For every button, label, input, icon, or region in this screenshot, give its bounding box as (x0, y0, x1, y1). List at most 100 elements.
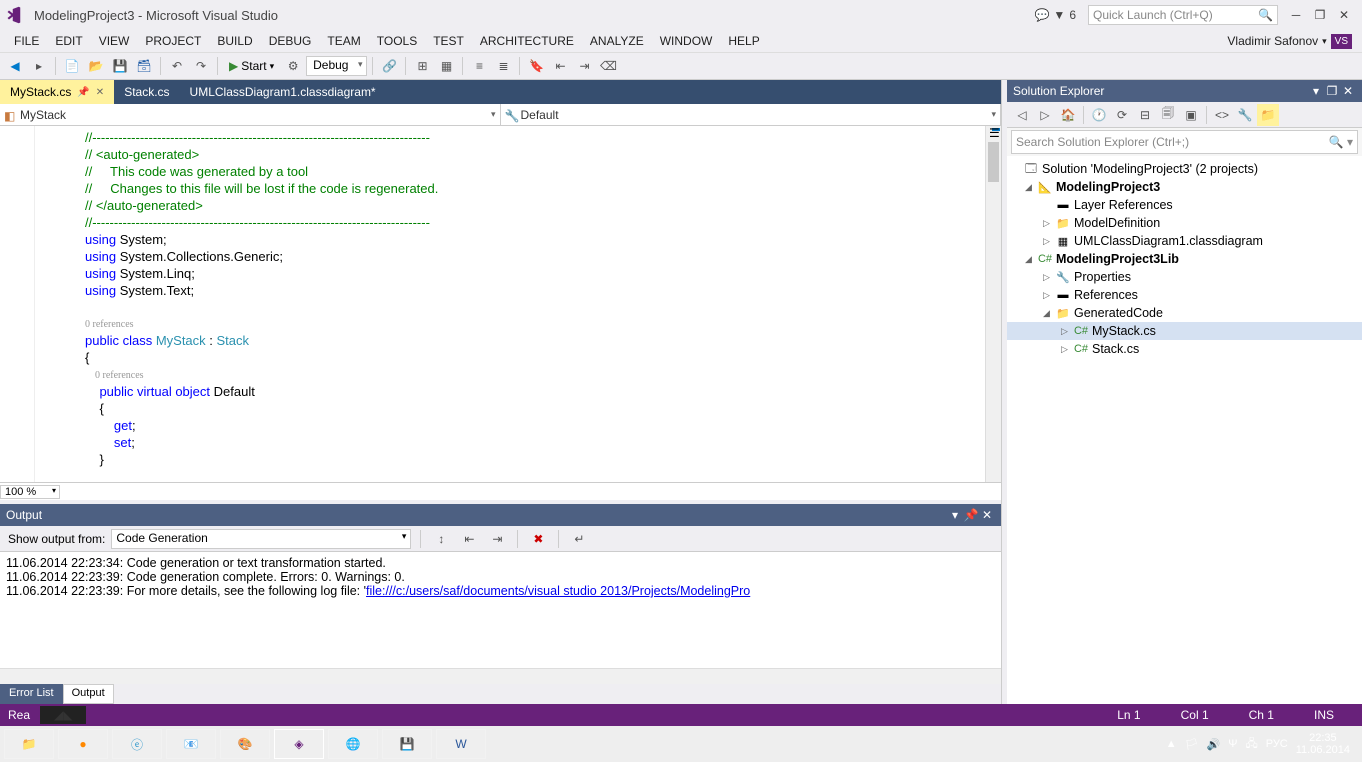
sol-open-button[interactable]: 📁 (1257, 104, 1279, 126)
tray-clock[interactable]: 22:35 11.06.2014 (1296, 732, 1350, 756)
tree-references[interactable]: ▷▬References (1007, 286, 1362, 304)
sol-sync-button[interactable]: ⟳ (1111, 104, 1133, 126)
member-dropdown[interactable]: 🔧 Default (501, 104, 1002, 125)
menu-build[interactable]: BUILD (209, 32, 260, 50)
menu-test[interactable]: TEST (425, 32, 472, 50)
panel-pin-icon[interactable]: 📌 (963, 508, 979, 522)
sol-refresh-button[interactable]: 🕐 (1088, 104, 1110, 126)
menu-view[interactable]: VIEW (91, 32, 138, 50)
taskbar-explorer[interactable]: 📁 (4, 729, 54, 759)
menu-analyze[interactable]: ANALYZE (582, 32, 652, 50)
tree-gencode[interactable]: ◢📁GeneratedCode (1007, 304, 1362, 322)
redo-button[interactable]: ↷ (190, 55, 212, 77)
output-log-link[interactable]: file:///c:/users/saf/documents/visual st… (366, 584, 750, 598)
quick-launch-input[interactable]: Quick Launch (Ctrl+Q) 🔍 (1088, 5, 1278, 25)
debug-target-button[interactable]: ⚙ (282, 55, 304, 77)
tab-output[interactable]: Output (63, 684, 114, 704)
menu-architecture[interactable]: ARCHITECTURE (472, 32, 582, 50)
editor-scrollbar[interactable] (985, 126, 1001, 482)
sol-preview-button[interactable]: ▣ (1180, 104, 1202, 126)
taskbar-chrome[interactable]: 🌐 (328, 729, 378, 759)
pin-icon[interactable]: 📌 (77, 87, 89, 98)
next-bookmark-button[interactable]: ⇥ (573, 55, 595, 77)
system-tray[interactable]: ▲ 🏳 🔊 Ψ 🖧 РУС 22:35 11.06.2014 (1166, 732, 1358, 756)
sol-back-button[interactable]: ◁ (1011, 104, 1033, 126)
tab-error-list[interactable]: Error List (0, 684, 63, 704)
next-msg-button[interactable]: ⇥ (486, 528, 508, 550)
code-editor[interactable]: //--------------------------------------… (0, 126, 1001, 482)
menu-project[interactable]: PROJECT (137, 32, 209, 50)
tree-layer-refs[interactable]: ▬Layer References (1007, 196, 1362, 214)
menu-edit[interactable]: EDIT (47, 32, 90, 50)
tree-properties[interactable]: ▷🔧Properties (1007, 268, 1362, 286)
uncomment-button[interactable]: ≣ (492, 55, 514, 77)
code-content[interactable]: //--------------------------------------… (35, 126, 985, 482)
new-dialog-button[interactable]: ⊞ (411, 55, 433, 77)
output-body[interactable]: 11.06.2014 22:23:34: Code generation or … (0, 552, 1001, 668)
menu-window[interactable]: WINDOW (652, 32, 721, 50)
type-dropdown[interactable]: ◧ MyStack (0, 104, 501, 125)
taskbar-save[interactable]: 💾 (382, 729, 432, 759)
tray-action-icon[interactable]: 🏳 (1185, 738, 1199, 751)
nav-fwd-button[interactable]: ▸ (28, 55, 50, 77)
bookmark-button[interactable]: 🔖 (525, 55, 547, 77)
tree-uml[interactable]: ▷▦UMLClassDiagram1.classdiagram (1007, 232, 1362, 250)
browser-link-button[interactable]: 🔗 (378, 55, 400, 77)
tree-project1[interactable]: ◢📐ModelingProject3 (1007, 178, 1362, 196)
clear-output-button[interactable]: ✖ (527, 528, 549, 550)
tab-uml[interactable]: UMLClassDiagram1.classdiagram* (180, 80, 386, 104)
comment-button[interactable]: ≡ (468, 55, 490, 77)
minimize-button[interactable]: ─ (1284, 4, 1308, 26)
tray-volume-icon[interactable]: 🔊 (1207, 738, 1221, 751)
clear-bookmark-button[interactable]: ⌫ (597, 55, 619, 77)
layout-button[interactable]: ▦ (435, 55, 457, 77)
sol-fwd-button[interactable]: ▷ (1034, 104, 1056, 126)
menu-help[interactable]: HELP (720, 32, 767, 50)
new-project-button[interactable]: 📄 (61, 55, 83, 77)
sol-viewcode-button[interactable]: <> (1211, 104, 1233, 126)
user-menu[interactable]: Vladimir Safonov▾ VS (1227, 34, 1356, 49)
save-all-button[interactable]: 🗃 (133, 55, 155, 77)
tree-project2[interactable]: ◢C#ModelingProject3Lib (1007, 250, 1362, 268)
zoom-dropdown[interactable]: 100 % (0, 485, 60, 499)
taskbar-vs[interactable]: ◈ (274, 729, 324, 759)
open-button[interactable]: 📂 (85, 55, 107, 77)
solexp-search-input[interactable]: Search Solution Explorer (Ctrl+;) 🔍 ▾ (1011, 130, 1358, 154)
save-button[interactable]: 💾 (109, 55, 131, 77)
panel-dropdown-icon[interactable]: ▾ (947, 508, 963, 522)
close-button[interactable]: ✕ (1332, 4, 1356, 26)
solexp-close-icon[interactable]: ✕ (1340, 84, 1356, 98)
taskbar-ie[interactable]: ⓔ (112, 729, 162, 759)
taskbar-outlook[interactable]: 📧 (166, 729, 216, 759)
solexp-restore-icon[interactable]: ❐ (1324, 84, 1340, 98)
output-source-dropdown[interactable]: Code Generation (111, 529, 411, 549)
taskbar-paint[interactable]: 🎨 (220, 729, 270, 759)
notifications[interactable]: 💬 ▼6 (1034, 8, 1076, 22)
split-handle[interactable]: ☰ (989, 126, 1001, 138)
taskbar-word[interactable]: W (436, 729, 486, 759)
tree-solution[interactable]: 🗔Solution 'ModelingProject3' (2 projects… (1007, 160, 1362, 178)
sol-properties-button[interactable]: 🔧 (1234, 104, 1256, 126)
taskbar-app2[interactable]: ● (58, 729, 108, 759)
solexp-menu-icon[interactable]: ▾ (1308, 84, 1324, 98)
sol-showall-button[interactable]: 🗐 (1157, 104, 1179, 126)
tree-stack-cs[interactable]: ▷C#Stack.cs (1007, 340, 1362, 358)
restore-button[interactable]: ❐ (1308, 4, 1332, 26)
close-tab-icon[interactable]: ✕ (96, 87, 104, 98)
prev-msg-button[interactable]: ⇤ (458, 528, 480, 550)
menu-file[interactable]: FILE (6, 32, 47, 50)
prev-bookmark-button[interactable]: ⇤ (549, 55, 571, 77)
config-dropdown[interactable]: Debug (306, 56, 367, 76)
sol-home-button[interactable]: 🏠 (1057, 104, 1079, 126)
tray-lang[interactable]: РУС (1266, 738, 1288, 750)
menu-tools[interactable]: TOOLS (369, 32, 425, 50)
wordwrap-button[interactable]: ↵ (568, 528, 590, 550)
menu-debug[interactable]: DEBUG (261, 32, 320, 50)
start-debug-button[interactable]: ▶ Start ▾ (223, 57, 280, 75)
sol-collapse-button[interactable]: ⊟ (1134, 104, 1156, 126)
panel-close-icon[interactable]: ✕ (979, 508, 995, 522)
tree-mystack-cs[interactable]: ▷C#MyStack.cs (1007, 322, 1362, 340)
nav-back-button[interactable]: ◀ (4, 55, 26, 77)
tree-modeldef[interactable]: ▷📁ModelDefinition (1007, 214, 1362, 232)
tray-network-icon[interactable]: 🖧 (1245, 735, 1257, 754)
